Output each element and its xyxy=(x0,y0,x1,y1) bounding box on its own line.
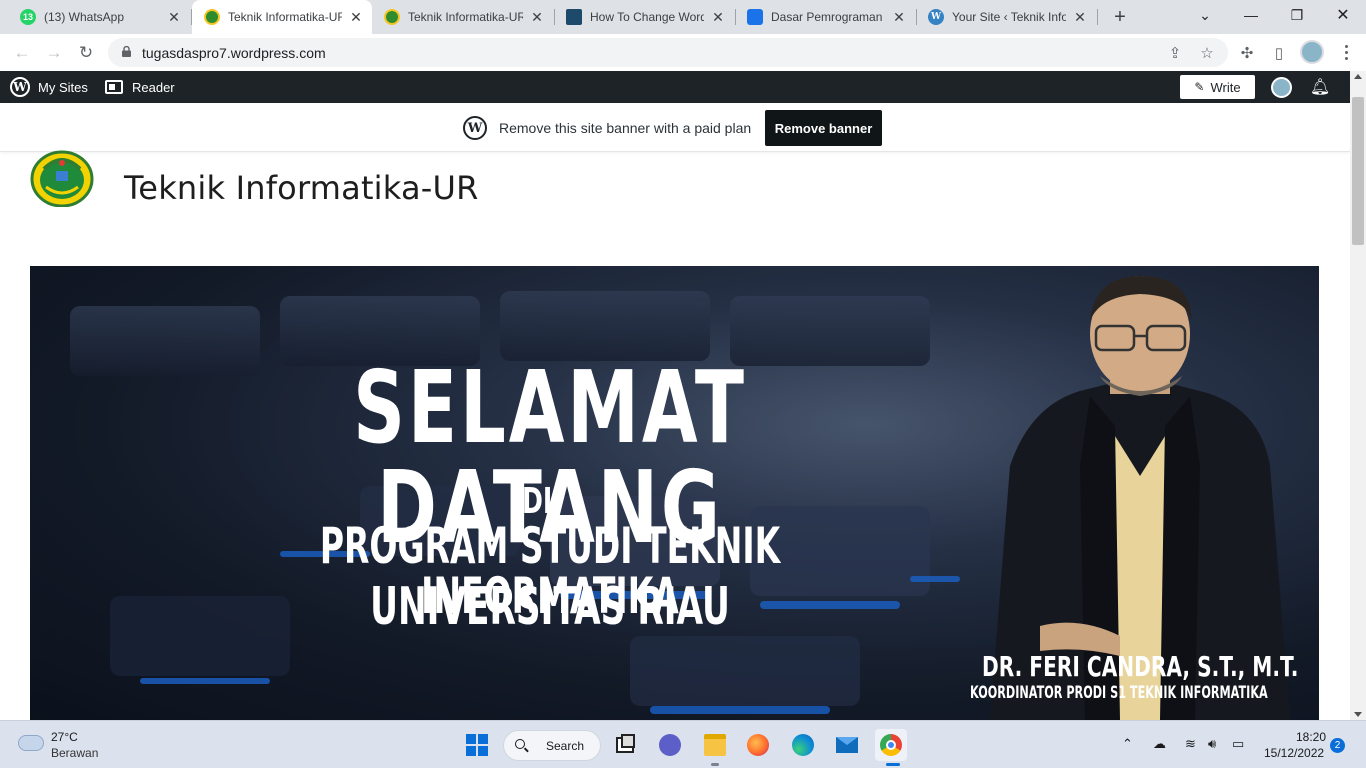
hero-university-name: UNIVERSITAS RIAU xyxy=(370,577,730,637)
weather-description[interactable]: Berawan xyxy=(51,746,98,760)
weather-temperature[interactable]: 27°C xyxy=(51,730,78,744)
minimize-button[interactable]: — xyxy=(1228,0,1274,30)
tab-teknik-informatika-active[interactable]: Teknik Informatika-UR ✕ xyxy=(192,0,372,34)
hero-image: SELAMAT DATANG DI PROGRAM STUDI TEKNIK I… xyxy=(30,266,1319,720)
bookmark-star-icon[interactable]: ☆ xyxy=(1198,44,1216,62)
unri-logo-icon xyxy=(384,9,400,25)
page-scrollbar[interactable] xyxy=(1350,71,1366,720)
person-name: DR. FERI CANDRA, S.T., M.T. xyxy=(982,650,1299,683)
screen: 13 (13) WhatsApp ✕ Teknik Informatika-UR… xyxy=(0,0,1366,768)
tab-title: Teknik Informatika-UR xyxy=(408,10,523,24)
close-tab-icon[interactable]: ✕ xyxy=(710,9,726,25)
battery-icon[interactable]: ▭ xyxy=(1232,736,1244,752)
reader-link[interactable]: Reader xyxy=(132,80,175,95)
edge-icon[interactable] xyxy=(787,729,819,761)
wordpress-icon: W xyxy=(928,9,944,25)
address-bar[interactable]: tugasdaspro7.wordpress.com ⇪ ☆ xyxy=(108,38,1228,67)
windows-taskbar: 27°C Berawan Search ⌃ ☁ ≋ 🔊︎ ▭ 18:20 15/… xyxy=(0,720,1366,768)
extensions-icon[interactable]: ✣ xyxy=(1237,43,1257,63)
volume-icon[interactable]: 🔊︎ xyxy=(1208,736,1216,752)
site-logo[interactable] xyxy=(30,147,94,207)
forward-button[interactable]: → xyxy=(41,40,67,66)
tab-separator xyxy=(1097,9,1098,25)
banner-text: Remove this site banner with a paid plan xyxy=(499,120,752,136)
active-app-indicator xyxy=(886,763,900,766)
wordpress-logo-icon[interactable]: W xyxy=(10,77,30,97)
clock-date[interactable]: 15/12/2022 xyxy=(1264,746,1324,760)
write-label: Write xyxy=(1210,79,1241,95)
tab-whatsapp[interactable]: 13 (13) WhatsApp ✕ xyxy=(8,0,190,34)
task-view-icon[interactable] xyxy=(609,729,641,761)
person-role: KOORDINATOR PRODI S1 TEKNIK INFORMATIKA xyxy=(970,683,1268,703)
tab-your-site[interactable]: W Your Site ‹ Teknik Infor ✕ xyxy=(916,0,1096,34)
show-hidden-icons-icon[interactable]: ⌃ xyxy=(1122,736,1133,752)
notification-count-badge[interactable]: 2 xyxy=(1330,738,1345,753)
file-explorer-icon[interactable] xyxy=(699,729,731,761)
site-title[interactable]: Teknik Informatika-UR xyxy=(124,169,479,207)
tab-search-icon[interactable]: ⌄ xyxy=(1182,0,1228,30)
close-tab-icon[interactable]: ✕ xyxy=(166,9,182,25)
user-avatar[interactable] xyxy=(1271,77,1292,98)
close-tab-icon[interactable]: ✕ xyxy=(1072,9,1088,25)
share-icon[interactable]: ⇪ xyxy=(1166,44,1184,62)
search-icon xyxy=(515,739,525,749)
page-content: W Remove this site banner with a paid pl… xyxy=(0,103,1350,720)
reload-button[interactable]: ↻ xyxy=(73,40,99,66)
side-panel-icon[interactable]: ▯ xyxy=(1269,43,1289,63)
restore-button[interactable]: ❐ xyxy=(1274,0,1320,30)
unri-logo-icon xyxy=(204,9,220,25)
scroll-down-icon[interactable] xyxy=(1354,712,1362,717)
tab-how-to-change-word[interactable]: How To Change Word ✕ xyxy=(554,0,734,34)
tab-title: Dasar Pemrograman T xyxy=(771,10,885,24)
hero-subheading-di: DI xyxy=(522,481,553,522)
scrollbar-thumb[interactable] xyxy=(1352,97,1364,245)
browser-tab-strip: 13 (13) WhatsApp ✕ Teknik Informatika-UR… xyxy=(0,0,1366,34)
close-window-button[interactable]: ✕ xyxy=(1320,0,1366,30)
running-indicator xyxy=(711,763,719,766)
notifications-bell-icon[interactable]: 🔔︎ xyxy=(1310,77,1330,97)
tab-title: Teknik Informatika-UR xyxy=(228,10,342,24)
windows-logo-icon xyxy=(466,734,488,756)
scroll-up-icon[interactable] xyxy=(1354,74,1362,79)
tab-dasar-pemrograman[interactable]: Dasar Pemrograman T ✕ xyxy=(735,0,915,34)
close-tab-icon[interactable]: ✕ xyxy=(348,9,364,25)
browser-toolbar: ← → ↻ tugasdaspro7.wordpress.com ⇪ ☆ ✣ ▯ xyxy=(0,34,1366,71)
my-sites-link[interactable]: My Sites xyxy=(38,80,88,95)
taskbar-search[interactable]: Search xyxy=(503,730,601,761)
tab-teknik-informatika[interactable]: Teknik Informatika-UR ✕ xyxy=(372,0,553,34)
site-banner: W Remove this site banner with a paid pl… xyxy=(0,103,1350,152)
write-button[interactable]: ✎ Write xyxy=(1180,75,1255,99)
wp-admin-bar: W My Sites Reader ✎ Write 🔔︎ xyxy=(0,71,1350,103)
back-button[interactable]: ← xyxy=(9,40,35,66)
tab-title: Your Site ‹ Teknik Infor xyxy=(952,10,1066,24)
classroom-icon xyxy=(747,9,763,25)
start-button[interactable] xyxy=(461,729,493,761)
new-tab-button[interactable]: + xyxy=(1108,5,1132,29)
mail-icon[interactable] xyxy=(831,729,863,761)
lock-icon[interactable] xyxy=(122,46,131,57)
whatsapp-icon: 13 xyxy=(20,9,36,25)
reader-icon[interactable] xyxy=(105,80,123,94)
wordpress-logo-icon: W xyxy=(463,116,487,140)
wifi-icon[interactable]: ≋ xyxy=(1185,736,1196,752)
tab-title: How To Change Word xyxy=(590,10,704,24)
cloud-weather-icon[interactable] xyxy=(18,735,44,751)
onedrive-cloud-icon[interactable]: ☁ xyxy=(1153,736,1166,752)
clock-time[interactable]: 18:20 xyxy=(1296,730,1326,744)
pen-icon: ✎ xyxy=(1194,80,1205,94)
site-favicon-icon xyxy=(566,9,582,25)
close-tab-icon[interactable]: ✕ xyxy=(891,9,907,25)
chrome-menu-icon[interactable] xyxy=(1336,41,1356,63)
search-label: Search xyxy=(546,738,585,753)
chrome-icon[interactable] xyxy=(875,729,907,761)
firefox-icon[interactable] xyxy=(742,729,774,761)
close-tab-icon[interactable]: ✕ xyxy=(529,9,545,25)
tab-title: (13) WhatsApp xyxy=(44,10,125,24)
teams-chat-icon[interactable] xyxy=(654,729,686,761)
profile-avatar[interactable] xyxy=(1300,40,1324,64)
remove-banner-button[interactable]: Remove banner xyxy=(765,110,882,146)
url-text[interactable]: tugasdaspro7.wordpress.com xyxy=(142,45,326,61)
